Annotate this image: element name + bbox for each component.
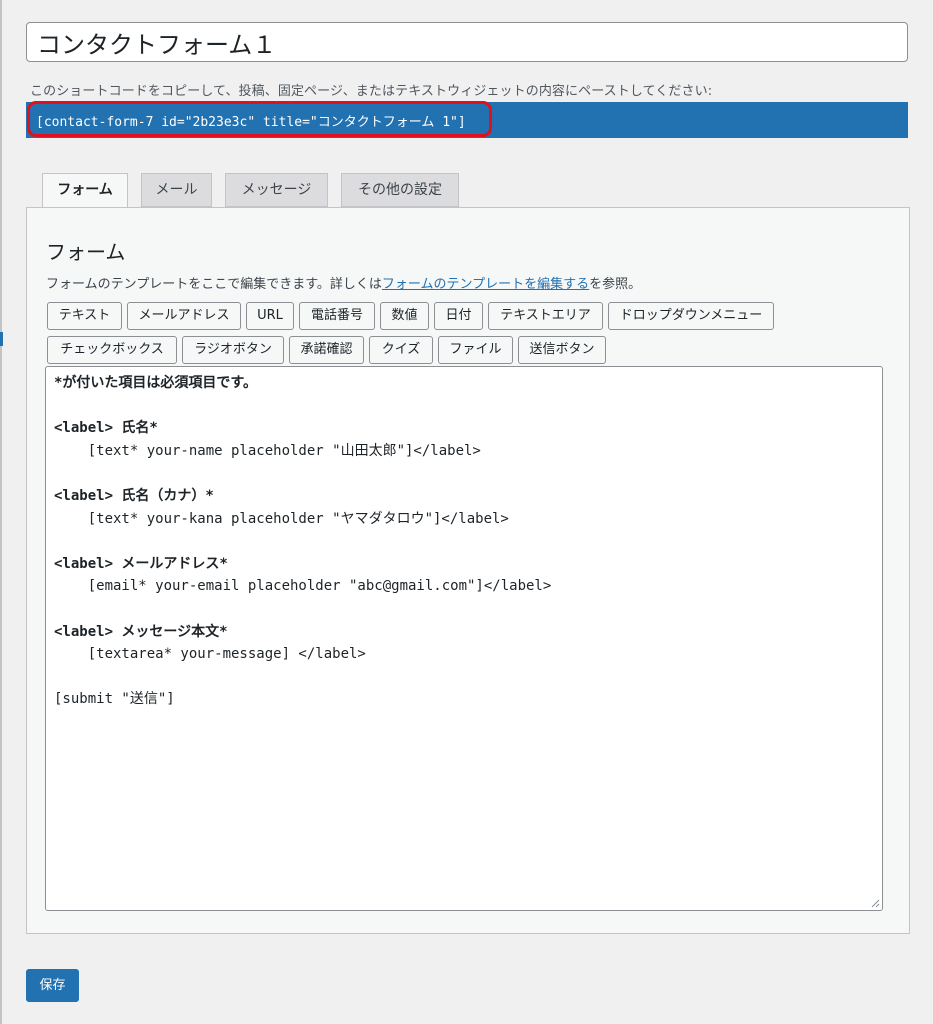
tag-button-acceptance[interactable]: 承諾確認: [289, 336, 364, 364]
tab-additional-settings[interactable]: その他の設定: [341, 173, 459, 207]
tag-button-submit[interactable]: 送信ボタン: [518, 336, 606, 364]
editor-line: [submit "送信"]: [54, 691, 175, 708]
form-template-content[interactable]: *が付いた項目は必須項目です。 <label> 氏名* [text* your-…: [54, 372, 551, 711]
editor-line: *が付いた項目は必須項目です。: [54, 375, 258, 391]
editor-line: [textarea* your-message] </label>: [54, 646, 366, 663]
editor-line: [text* your-name placeholder "山田太郎"]</la…: [54, 442, 481, 459]
editor-line: <label> メッセージ本文*: [54, 623, 228, 640]
tag-button-date[interactable]: 日付: [434, 302, 483, 330]
tag-button-radio[interactable]: ラジオボタン: [182, 336, 284, 364]
editor-line: <label> 氏名（カナ）*: [54, 487, 214, 504]
editor-line: [email* your-email placeholder "abc@gmai…: [54, 578, 552, 595]
editor-line: <label> メールアドレス*: [54, 555, 228, 572]
tag-button-email[interactable]: メールアドレス: [127, 302, 241, 330]
tag-button-tel[interactable]: 電話番号: [299, 302, 375, 330]
tag-button-dropdown[interactable]: ドロップダウンメニュー: [608, 302, 774, 330]
tag-button-checkbox[interactable]: チェックボックス: [47, 336, 177, 364]
form-template-docs-link[interactable]: フォームのテンプレートを編集する: [382, 277, 589, 292]
tab-messages[interactable]: メッセージ: [225, 173, 328, 207]
shortcode-highlight-annotation: [27, 101, 492, 137]
editor-line: <label> 氏名*: [54, 420, 158, 437]
tag-button-file[interactable]: ファイル: [438, 336, 513, 364]
editor-line: [text* your-kana placeholder "ヤマダタロウ"]</…: [54, 510, 509, 527]
tag-button-textarea[interactable]: テキストエリア: [488, 302, 603, 330]
tab-form[interactable]: フォーム: [42, 173, 128, 209]
form-title-input[interactable]: [26, 22, 908, 62]
tag-button-number[interactable]: 数値: [380, 302, 429, 330]
tag-button-quiz[interactable]: クイズ: [369, 336, 433, 364]
admin-menu-indicator: [0, 332, 3, 346]
panel-description: フォームのテンプレートをここで編集できます。詳しくはフォームのテンプレートを編集…: [46, 273, 641, 292]
panel-heading: フォーム: [46, 240, 126, 264]
tag-button-url[interactable]: URL: [246, 302, 294, 330]
shortcode-description: このショートコードをコピーして、投稿、固定ページ、またはテキストウィジェットの内…: [30, 84, 713, 99]
tag-button-text[interactable]: テキスト: [47, 302, 122, 330]
save-button[interactable]: 保存: [26, 969, 79, 1002]
panel-description-suffix: を参照。: [589, 277, 642, 292]
admin-menu-edge: [0, 0, 2, 1024]
resize-grip-icon[interactable]: [870, 898, 880, 908]
tab-mail[interactable]: メール: [141, 173, 212, 207]
panel-description-text: フォームのテンプレートをここで編集できます。詳しくは: [46, 277, 382, 292]
